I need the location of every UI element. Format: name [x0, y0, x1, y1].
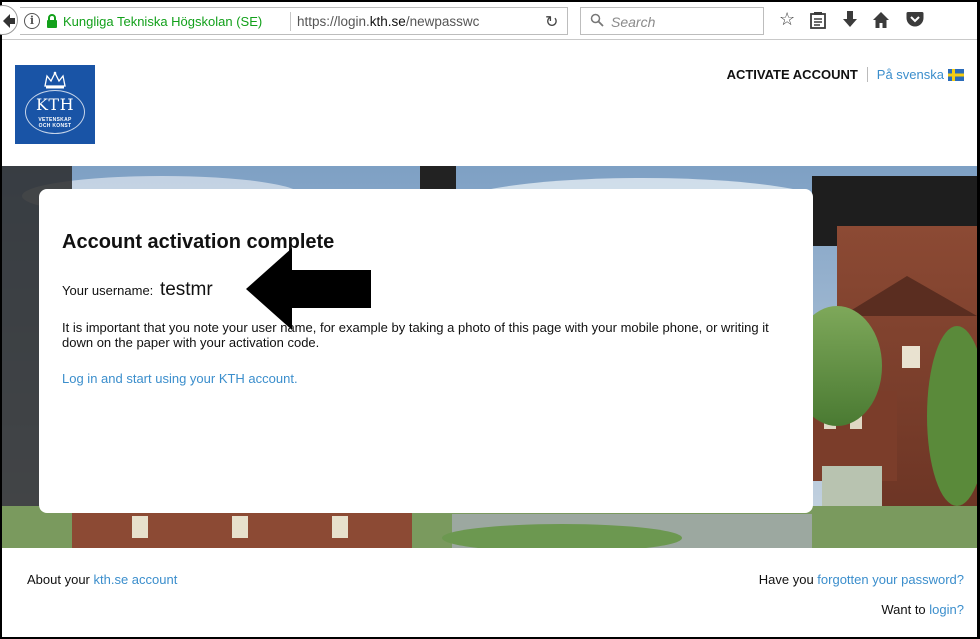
- site-identity[interactable]: Kungliga Tekniska Högskolan (SE): [63, 14, 262, 29]
- language-link[interactable]: På svenska: [877, 67, 944, 82]
- nav-activate-account[interactable]: ACTIVATE ACCOUNT: [727, 67, 858, 82]
- download-icon[interactable]: [843, 11, 857, 29]
- header-nav: ACTIVATE ACCOUNT På svenska: [727, 67, 964, 82]
- url-prefix: https://login.: [297, 14, 370, 29]
- arrow-annotation: [246, 248, 371, 330]
- footer-login-link[interactable]: login?: [929, 602, 964, 617]
- reload-icon[interactable]: ↻: [545, 12, 558, 32]
- crown-icon: [44, 71, 66, 89]
- username-line: Your username: testmr: [62, 279, 213, 301]
- search-icon: [590, 13, 604, 27]
- footer-account-link[interactable]: kth.se account: [94, 572, 178, 587]
- url-path: /newpasswc: [405, 14, 480, 29]
- url-bar[interactable]: i Kungliga Tekniska Högskolan (SE) https…: [20, 7, 568, 35]
- kth-logo[interactable]: KTH VETENSKAP OCH KONST: [15, 65, 95, 144]
- url-domain: kth.se: [369, 14, 406, 29]
- footer-forgot: Have you forgotten your password?: [759, 572, 964, 587]
- username-value: testmr: [159, 279, 213, 300]
- username-notice: It is important that you note your user …: [62, 320, 769, 350]
- back-icon: [3, 14, 15, 28]
- bookmark-star-icon[interactable]: ☆: [779, 9, 795, 29]
- footer-about: About your kth.se account: [27, 572, 177, 587]
- activation-card: Account activation complete Your usernam…: [39, 189, 813, 513]
- reading-list-icon[interactable]: [810, 11, 826, 29]
- nav-separator: [866, 67, 868, 82]
- pocket-icon[interactable]: [906, 11, 924, 28]
- forgot-password-link[interactable]: forgotten your password?: [817, 572, 964, 587]
- url-text[interactable]: https://login.kth.se/newpasswc: [297, 14, 532, 29]
- search-placeholder: Search: [611, 14, 656, 30]
- browser-toolbar: i Kungliga Tekniska Högskolan (SE) https…: [0, 2, 977, 40]
- footer-forgot-prefix: Have you: [758, 572, 814, 587]
- footer-login: Want to login?: [881, 602, 964, 617]
- footer-login-prefix: Want to: [881, 602, 926, 617]
- motto-line-2: OCH KONST: [38, 123, 72, 129]
- username-label: Your username:: [62, 283, 154, 298]
- login-start-link[interactable]: Log in and start using your KTH account.: [62, 371, 298, 386]
- lock-icon[interactable]: [46, 14, 58, 28]
- info-icon[interactable]: i: [24, 13, 40, 29]
- logo-motto: VETENSKAP OCH KONST: [15, 117, 95, 129]
- logo-letters: KTH: [35, 95, 75, 114]
- footer-about-prefix: About your: [27, 572, 90, 587]
- back-button[interactable]: [0, 5, 18, 35]
- swedish-flag-icon[interactable]: [948, 69, 964, 81]
- url-divider: [290, 12, 291, 31]
- home-icon[interactable]: [872, 11, 890, 29]
- search-bar[interactable]: Search: [580, 7, 764, 35]
